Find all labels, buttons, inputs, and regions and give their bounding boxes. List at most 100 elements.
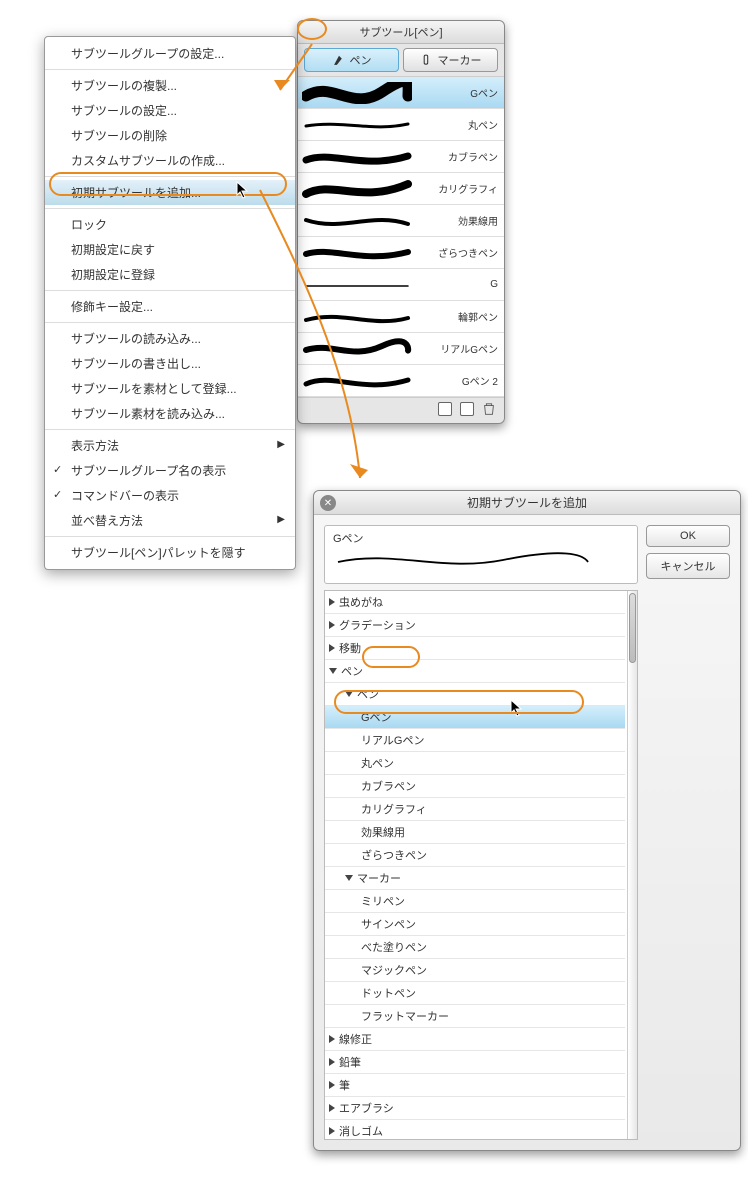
brush-row[interactable]: Gペン — [298, 77, 504, 109]
menu-item[interactable]: コマンドバーの表示✓ — [45, 483, 295, 508]
preview-stroke — [333, 548, 593, 572]
menu-separator — [45, 290, 295, 291]
menu-item[interactable]: サブツールの書き出し... — [45, 351, 295, 376]
brush-stroke-icon — [302, 210, 412, 232]
menu-separator — [45, 69, 295, 70]
menu-item[interactable]: 初期設定に戻す — [45, 237, 295, 262]
brush-stroke-icon — [302, 274, 412, 296]
menu-item[interactable]: サブツール素材を読み込み... — [45, 401, 295, 426]
menu-item[interactable]: 並べ替え方法▶ — [45, 508, 295, 533]
tab-marker[interactable]: マーカー — [403, 48, 498, 72]
tree-row[interactable]: 消しゴム — [325, 1120, 625, 1139]
brush-row[interactable]: リアルGペン — [298, 333, 504, 365]
disclosure-right-icon — [329, 644, 335, 652]
tree-row[interactable]: ペン — [325, 683, 625, 706]
tree-label: ペン — [357, 686, 379, 702]
disclosure-right-icon — [329, 598, 335, 606]
tree-row[interactable]: 筆 — [325, 1074, 625, 1097]
tree-row[interactable]: 虫めがね — [325, 591, 625, 614]
disclosure-right-icon — [329, 1035, 335, 1043]
tree-label: グラデーション — [339, 617, 416, 633]
tree-row[interactable]: べた塗りペン — [325, 936, 625, 959]
brush-row[interactable]: 輪郭ペン — [298, 301, 504, 333]
brush-row[interactable]: カブラペン — [298, 141, 504, 173]
menu-item[interactable]: サブツールの複製... — [45, 73, 295, 98]
tree-row[interactable]: 線修正 — [325, 1028, 625, 1051]
tree-row[interactable]: マジックペン — [325, 959, 625, 982]
brush-row[interactable]: カリグラフィ — [298, 173, 504, 205]
tree-row[interactable]: エアブラシ — [325, 1097, 625, 1120]
menu-item[interactable]: カスタムサブツールの作成... — [45, 148, 295, 173]
tree-label: 線修正 — [339, 1031, 372, 1047]
tree-row[interactable]: カリグラフィ — [325, 798, 625, 821]
close-icon[interactable]: ✕ — [320, 495, 336, 511]
menu-item[interactable]: 初期サブツールを追加... — [45, 180, 295, 205]
tree-row[interactable]: リアルGペン — [325, 729, 625, 752]
menu-item[interactable]: サブツールの読み込み... — [45, 326, 295, 351]
ok-button[interactable]: OK — [646, 525, 730, 547]
menu-item[interactable]: ロック — [45, 212, 295, 237]
menu-item[interactable]: サブツール[ペン]パレットを隠す — [45, 540, 295, 565]
cursor-icon — [236, 181, 250, 199]
menu-separator — [45, 429, 295, 430]
menu-item[interactable]: サブツールグループの設定... — [45, 41, 295, 66]
tree-row[interactable]: 鉛筆 — [325, 1051, 625, 1074]
brush-stroke-icon — [302, 146, 412, 168]
tab-pen[interactable]: ペン — [304, 48, 399, 72]
tree-label: マジックペン — [361, 962, 427, 978]
tree-row[interactable]: Gペン — [325, 706, 625, 729]
tree-row[interactable]: 丸ペン — [325, 752, 625, 775]
brush-stroke-icon — [302, 82, 412, 104]
tree-row[interactable]: 移動 — [325, 637, 625, 660]
menu-item[interactable]: サブツールの削除 — [45, 123, 295, 148]
tree-label: 鉛筆 — [339, 1054, 361, 1070]
trash-icon[interactable] — [482, 402, 496, 419]
tree-label: カブラペン — [361, 778, 416, 794]
brush-stroke-icon — [302, 306, 412, 328]
tree-row[interactable]: ペン — [325, 660, 625, 683]
subtool-tab-row: ペン マーカー — [298, 44, 504, 77]
properties-icon[interactable] — [438, 402, 452, 416]
brush-row[interactable]: 効果線用 — [298, 205, 504, 237]
disclosure-right-icon — [329, 1058, 335, 1066]
disclosure-right-icon — [329, 1104, 335, 1112]
menu-separator — [45, 208, 295, 209]
subtool-context-menu: サブツールグループの設定...サブツールの複製...サブツールの設定...サブツ… — [44, 36, 296, 570]
menu-item[interactable]: サブツールグループ名の表示✓ — [45, 458, 295, 483]
menu-separator — [45, 322, 295, 323]
brush-name: 効果線用 — [458, 213, 498, 228]
tree-row[interactable]: フラットマーカー — [325, 1005, 625, 1028]
tree-row[interactable]: マーカー — [325, 867, 625, 890]
brush-row[interactable]: Gペン 2 — [298, 365, 504, 397]
brush-row[interactable]: 丸ペン — [298, 109, 504, 141]
subtool-panel-title: サブツール[ペン] — [298, 21, 504, 44]
menu-item[interactable]: 初期設定に登録 — [45, 262, 295, 287]
cancel-button[interactable]: キャンセル — [646, 553, 730, 579]
menu-separator — [45, 176, 295, 177]
brush-name: カリグラフィ — [438, 181, 498, 196]
tree-row[interactable]: カブラペン — [325, 775, 625, 798]
menu-item[interactable]: サブツールを素材として登録... — [45, 376, 295, 401]
menu-item[interactable]: 修飾キー設定... — [45, 294, 295, 319]
brush-name: G — [490, 279, 498, 290]
tree-label: サインペン — [361, 916, 416, 932]
new-icon[interactable] — [460, 402, 474, 416]
brush-row[interactable]: ざらつきペン — [298, 237, 504, 269]
tree-row[interactable]: グラデーション — [325, 614, 625, 637]
brush-stroke-icon — [302, 338, 412, 360]
tree-row[interactable]: 効果線用 — [325, 821, 625, 844]
brush-row[interactable]: G — [298, 269, 504, 301]
tree-scrollbar[interactable] — [627, 591, 637, 1139]
tab-label: マーカー — [438, 52, 482, 68]
tree-label: リアルGペン — [361, 732, 424, 748]
tree-label: フラットマーカー — [361, 1008, 449, 1024]
scrollbar-thumb[interactable] — [629, 593, 636, 663]
tree-row[interactable]: ドットペン — [325, 982, 625, 1005]
tree-row[interactable]: サインペン — [325, 913, 625, 936]
menu-item[interactable]: サブツールの設定... — [45, 98, 295, 123]
tree-label: 筆 — [339, 1077, 350, 1093]
menu-item[interactable]: 表示方法▶ — [45, 433, 295, 458]
tree-row[interactable]: ミリペン — [325, 890, 625, 913]
tree-row[interactable]: ざらつきペン — [325, 844, 625, 867]
tree-label: マーカー — [357, 870, 401, 886]
